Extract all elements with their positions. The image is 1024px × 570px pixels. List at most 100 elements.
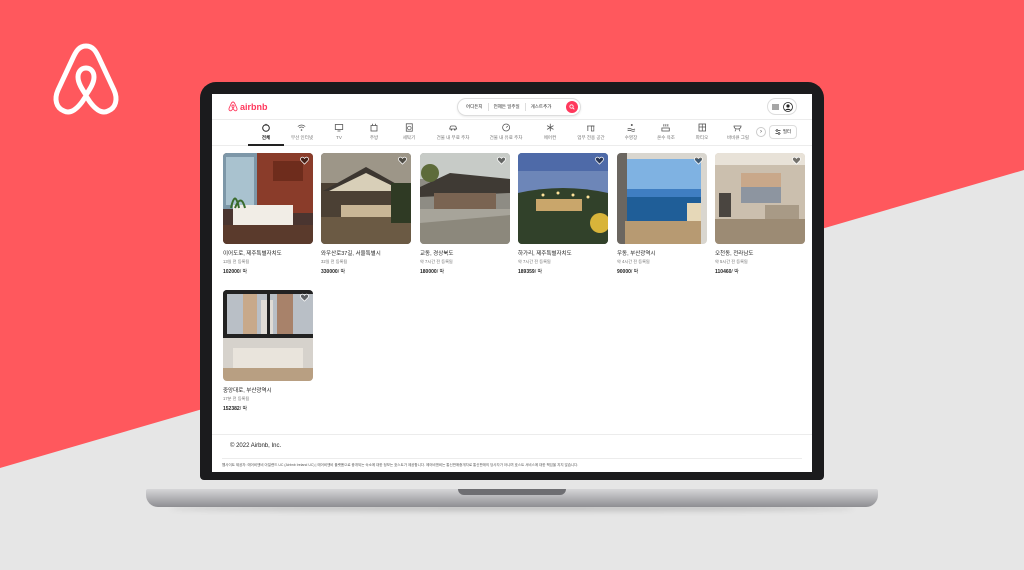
category-bar: 전체 무선 인터넷 TV 주방 세탁기 건물 내 무료 주차 건물 내 유료 주… bbox=[212, 120, 812, 146]
parking-meter-icon bbox=[502, 123, 510, 132]
category-label: 파티오 bbox=[695, 135, 709, 140]
search-when[interactable]: 언제든 일주일 bbox=[494, 104, 520, 110]
category-kitchen[interactable]: 주방 bbox=[370, 123, 379, 141]
listing-price-unit: / 박 bbox=[239, 269, 248, 275]
category-air-conditioning[interactable]: 에어컨 bbox=[544, 123, 556, 141]
wishlist-heart-icon[interactable] bbox=[595, 156, 604, 165]
listing-price-row: 102000/ 박 bbox=[223, 268, 313, 275]
search-guests[interactable]: 게스트추가 bbox=[531, 104, 552, 110]
listing-photo-image bbox=[321, 153, 411, 244]
wishlist-heart-icon[interactable] bbox=[300, 293, 309, 302]
category-label: 바비큐 그릴 bbox=[727, 135, 749, 140]
category-label: 건물 내 무료 주차 bbox=[436, 135, 470, 140]
category-free-parking[interactable]: 건물 내 무료 주차 bbox=[436, 123, 470, 141]
menu-icon bbox=[771, 104, 779, 109]
listing-photo[interactable] bbox=[617, 153, 707, 244]
listing-photo[interactable] bbox=[518, 153, 608, 244]
desk-icon bbox=[587, 125, 595, 132]
laptop-notch bbox=[458, 489, 566, 495]
listing-price-unit: / 박 bbox=[630, 269, 639, 275]
listing-photo[interactable] bbox=[420, 153, 510, 244]
airbnb-belo-icon bbox=[53, 43, 119, 115]
listing-card[interactable]: 우동, 부산광역시 약 4시간 전 등록됨 90000/ 박 bbox=[617, 153, 707, 275]
search-bar[interactable]: 어디든지 언제든 일주일 게스트추가 bbox=[457, 98, 581, 116]
category-hot-tub[interactable]: 온수 욕조 bbox=[657, 123, 675, 141]
filter-button[interactable]: 필터 bbox=[769, 125, 797, 139]
listing-price-row: 189359/ 박 bbox=[518, 268, 608, 275]
site-logo[interactable]: airbnb bbox=[228, 101, 268, 112]
category-paid-parking[interactable]: 건물 내 유료 주차 bbox=[490, 123, 522, 141]
wishlist-heart-icon[interactable] bbox=[398, 156, 407, 165]
wishlist-heart-icon[interactable] bbox=[300, 156, 309, 165]
category-label: 온수 욕조 bbox=[657, 135, 675, 140]
search-where[interactable]: 어디든지 bbox=[466, 104, 483, 110]
search-button[interactable] bbox=[566, 101, 578, 113]
active-category-indicator bbox=[248, 144, 284, 146]
category-label: 주방 bbox=[369, 135, 379, 140]
listing-posted: 약 5시간 전 등록됨 bbox=[715, 259, 748, 264]
listing-card[interactable]: 와우산로37길, 서울특별시 32일 전 등록됨 330000/ 박 bbox=[321, 153, 411, 275]
listing-price-row: 330000/ 박 bbox=[321, 268, 411, 275]
listing-price: 152382 bbox=[223, 406, 240, 412]
listing-photo-image bbox=[715, 153, 805, 244]
listing-photo-image bbox=[223, 290, 313, 381]
listing-photo[interactable] bbox=[223, 153, 313, 244]
category-wifi[interactable]: 무선 인터넷 bbox=[291, 123, 313, 141]
listing-price-unit: / 박 bbox=[436, 269, 445, 275]
listing-card[interactable]: 오천동, 전라남도 약 5시간 전 등록됨 110460/ 박 bbox=[715, 153, 805, 275]
listing-price-unit: / 박 bbox=[731, 269, 739, 275]
category-patio[interactable]: 파티오 bbox=[696, 123, 708, 141]
category-label: TV bbox=[336, 135, 342, 140]
listing-price-row: 90000/ 박 bbox=[617, 268, 707, 275]
category-label: 업무 전용 공간 bbox=[577, 135, 605, 140]
listing-card[interactable]: 이어도로, 제주특별자치도 13일 전 등록됨 102000/ 박 bbox=[223, 153, 313, 275]
tv-icon bbox=[334, 124, 344, 132]
category-tv[interactable]: TV bbox=[334, 123, 344, 140]
listing-title: 와우산로37길, 서울특별시 bbox=[321, 251, 381, 257]
listing-card[interactable]: 중앙대로, 부산광역시 17분 전 등록됨 152382/ 박 bbox=[223, 290, 313, 412]
category-next-button[interactable]: › bbox=[756, 127, 766, 137]
wishlist-heart-icon[interactable] bbox=[792, 156, 801, 165]
wishlist-heart-icon[interactable] bbox=[694, 156, 703, 165]
footer-divider bbox=[222, 458, 802, 459]
category-label: 무선 인터넷 bbox=[291, 135, 313, 140]
listing-price: 330000 bbox=[321, 269, 338, 275]
kitchen-icon bbox=[370, 123, 378, 132]
listing-photo[interactable] bbox=[223, 290, 313, 381]
browser-screen: airbnb 어디든지 언제든 일주일 게스트추가 전체 무선 인터넷 TV 주… bbox=[212, 94, 812, 472]
listing-price-row: 152382/ 박 bbox=[223, 405, 313, 412]
wishlist-heart-icon[interactable] bbox=[497, 156, 506, 165]
listing-price: 180000 bbox=[420, 269, 437, 275]
listing-title: 우동, 부산광역시 bbox=[617, 251, 656, 257]
category-workspace[interactable]: 업무 전용 공간 bbox=[577, 123, 605, 141]
category-all[interactable]: 전체 bbox=[262, 123, 271, 141]
listing-posted: 17분 전 등록됨 bbox=[223, 396, 250, 401]
category-bbq-grill[interactable]: 바비큐 그릴 bbox=[727, 123, 749, 141]
listing-card[interactable]: 교동, 경상북도 약 7시간 전 등록됨 180000/ 박 bbox=[420, 153, 510, 275]
grill-icon bbox=[734, 125, 742, 132]
listing-title: 중앙대로, 부산광역시 bbox=[223, 388, 272, 394]
listing-posted: 32일 전 등록됨 bbox=[321, 259, 348, 264]
listing-title: 이어도로, 제주특별자치도 bbox=[223, 251, 282, 257]
listing-photo[interactable] bbox=[715, 153, 805, 244]
category-pool[interactable]: 수영장 bbox=[625, 123, 637, 141]
search-divider bbox=[524, 103, 526, 111]
washer-icon bbox=[405, 123, 413, 132]
listing-price: 110460 bbox=[715, 269, 732, 275]
listing-photo[interactable] bbox=[321, 153, 411, 244]
user-menu-button[interactable] bbox=[767, 98, 797, 115]
category-label: 수영장 bbox=[624, 135, 638, 140]
category-label: 전체 bbox=[261, 135, 271, 140]
patio-icon bbox=[698, 123, 706, 132]
wifi-icon bbox=[298, 124, 306, 131]
listing-photo-image bbox=[420, 153, 510, 244]
logo-text: airbnb bbox=[240, 101, 268, 112]
listing-photo-image bbox=[617, 153, 707, 244]
car-icon bbox=[448, 125, 458, 131]
snowflake-icon bbox=[546, 123, 554, 132]
listing-card[interactable]: 하가리, 제주특별자치도 약 7시간 전 등록됨 189359/ 박 bbox=[518, 153, 608, 275]
listing-photo-image bbox=[223, 153, 313, 244]
category-washer[interactable]: 세탁기 bbox=[403, 123, 415, 141]
footer-legal-note: 웹사이트 제공자: 에어비앤비 아일랜드 UC (Airbnb Ireland … bbox=[222, 463, 579, 467]
listing-price: 189359 bbox=[518, 269, 535, 275]
